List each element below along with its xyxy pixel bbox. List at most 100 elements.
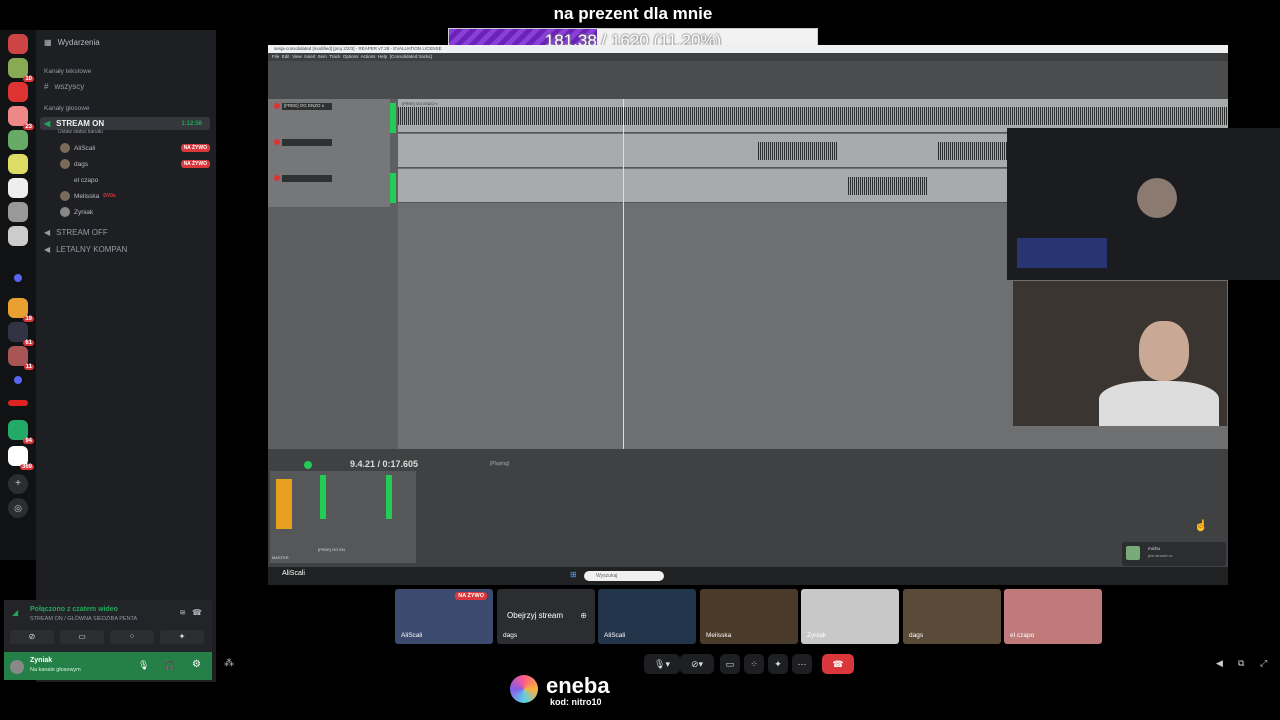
speaker-icon: ◀ — [44, 119, 51, 128]
notification-toast[interactable]: michu jest strumin w — [1122, 542, 1226, 566]
more-options-icon[interactable]: ⋯ — [792, 654, 812, 674]
participant-tile[interactable]: dags — [903, 589, 1001, 644]
activities-button[interactable]: ⁘ — [110, 630, 154, 644]
speaker-icon: ◀ — [44, 245, 51, 254]
menu-item[interactable]: File — [272, 54, 279, 59]
camera-button[interactable]: ⊘▾ — [680, 654, 714, 674]
camera-off-button[interactable]: ⊘ — [10, 630, 54, 644]
server-icon[interactable] — [8, 154, 28, 174]
server-icon[interactable]: 23 — [8, 106, 34, 130]
server-icon[interactable] — [8, 130, 28, 150]
record-arm-icon[interactable] — [274, 139, 280, 145]
volume-icon[interactable]: ◀ — [1216, 658, 1223, 669]
server-icon[interactable] — [8, 226, 28, 246]
avatar — [60, 207, 70, 217]
track-name[interactable]: [FREE] OG ENZO x — [282, 103, 332, 110]
server-icon[interactable] — [8, 202, 28, 222]
voice-member[interactable]: AliScali NA ŻYWO — [60, 143, 210, 153]
folder-icon[interactable] — [14, 274, 22, 282]
record-arm-icon[interactable] — [274, 103, 280, 109]
live-badge: NA ŻYWO — [180, 144, 210, 152]
share-screen-icon[interactable]: ▭ — [720, 654, 740, 674]
watch-stream-button[interactable]: Obejrzyj stream — [507, 611, 563, 620]
person-figure — [1137, 178, 1177, 218]
server-icon[interactable]: 10 — [8, 58, 34, 82]
webcam-feed — [1007, 128, 1280, 280]
voice-member[interactable]: dags NA ŻYWO — [60, 159, 210, 169]
voice-channels-category[interactable]: Kanały głosowe — [44, 105, 90, 112]
server-icon[interactable] — [8, 82, 28, 102]
participant-tile[interactable]: Zyniak — [801, 589, 899, 644]
track-name[interactable] — [282, 139, 332, 146]
playhead[interactable] — [623, 99, 624, 449]
folder-icon[interactable] — [14, 376, 22, 384]
voice-location[interactable]: STREAM ON / GŁÓWNA SIEDZIBA PENTA — [30, 616, 137, 622]
noise-suppression-icon[interactable]: ≋ — [179, 608, 186, 617]
server-icon[interactable] — [8, 34, 28, 54]
add-server-icon[interactable]: + — [8, 474, 28, 494]
menu-item[interactable]: View — [292, 54, 302, 59]
participant-tile[interactable]: NA ŻYWO AliScali — [395, 589, 493, 644]
soundboard-button[interactable]: ✦ — [160, 630, 204, 644]
track-header[interactable] — [272, 173, 384, 203]
fullscreen-icon[interactable]: ⤢ — [1260, 658, 1267, 669]
avatar — [60, 143, 70, 153]
server-icon[interactable]: 11 — [8, 346, 34, 370]
soundboard-icon[interactable]: ✦ — [768, 654, 788, 674]
menu-item[interactable]: Track — [329, 54, 340, 59]
taskbar-search[interactable]: Wyszukaj — [584, 571, 664, 581]
voice-member[interactable]: el czapo — [60, 175, 210, 185]
play-icon[interactable] — [304, 461, 312, 469]
voice-status: Połączono z czatem wideo — [30, 606, 118, 613]
menu-item[interactable]: Edit — [282, 54, 290, 59]
menu-item[interactable]: Actions — [361, 54, 376, 59]
activities-icon[interactable]: ⁘ — [744, 654, 764, 674]
windows-start-icon[interactable]: ⊞ — [570, 570, 577, 579]
popout-icon[interactable]: ⊕ — [580, 611, 587, 620]
voice-member[interactable]: Zyniak — [60, 207, 210, 217]
channel-wszyscy[interactable]: # wszyscy — [44, 82, 84, 91]
set-channel-status[interactable]: Ustaw status kanału — [58, 129, 208, 135]
speaker-icon: ◀ — [44, 228, 51, 237]
sponsor-logo: eneba kod: nitro10 — [508, 673, 628, 713]
server-icon[interactable]: 369 — [8, 446, 34, 470]
channel-letalny-kompan[interactable]: ◀ LETALNY KOMPAN — [44, 245, 127, 254]
headphones-icon[interactable]: 🎧 — [164, 660, 175, 671]
record-arm-icon[interactable] — [274, 175, 280, 181]
windows-taskbar: AliScali ⊞ Wyszukaj — [268, 567, 1228, 585]
server-icon[interactable] — [8, 400, 28, 406]
text-channels-category[interactable]: Kanały tekstowe — [44, 68, 91, 75]
share-screen-button[interactable]: ▭ — [60, 630, 104, 644]
settings-gear-icon[interactable]: ⚙ — [192, 659, 201, 670]
disconnect-icon[interactable]: ☎ — [192, 608, 202, 617]
voice-member[interactable]: Melisska DV0s — [60, 191, 210, 201]
microphone-button[interactable]: 🎙▾ — [644, 654, 680, 674]
participant-tile[interactable]: el czapo — [1004, 589, 1102, 644]
participant-tile[interactable]: Melisska — [700, 589, 798, 644]
events-item[interactable]: ▦ Wydarzenia — [44, 38, 100, 47]
explore-icon[interactable]: ◎ — [8, 498, 28, 518]
menu-item[interactable]: Insert — [304, 54, 315, 59]
server-icon[interactable]: 94 — [8, 420, 34, 444]
live-badge: NA ŻYWO — [180, 160, 210, 168]
participant-tile[interactable]: AliScali — [598, 589, 696, 644]
avatar[interactable] — [10, 660, 24, 674]
server-icon[interactable]: 61 — [8, 322, 34, 346]
leave-call-button[interactable]: ☎ — [822, 654, 854, 674]
menu-item[interactable]: Options — [343, 54, 359, 59]
menu-item[interactable]: Item — [318, 54, 327, 59]
track-header[interactable]: [FREE] OG ENZO x — [272, 101, 384, 131]
activity-icon[interactable]: ⁂ — [224, 658, 234, 669]
track-header[interactable] — [272, 137, 384, 167]
track-control-panel: [FREE] OG ENZO x — [268, 99, 390, 207]
microphone-icon[interactable]: 🎙 — [138, 660, 149, 671]
channel-timer: 1:12:58 — [181, 120, 202, 127]
server-icon[interactable] — [8, 178, 28, 198]
menu-item[interactable]: Help — [378, 54, 387, 59]
server-icon[interactable]: 19 — [8, 298, 34, 322]
menu-item[interactable]: [Consolidated tracks] — [390, 54, 432, 59]
channel-stream-off[interactable]: ◀ STREAM OFF — [44, 228, 108, 237]
popout-window-icon[interactable]: ⧉ — [1238, 658, 1244, 669]
participant-tile[interactable]: Obejrzyj stream ⊕ dags — [497, 589, 595, 644]
track-name[interactable] — [282, 175, 332, 182]
